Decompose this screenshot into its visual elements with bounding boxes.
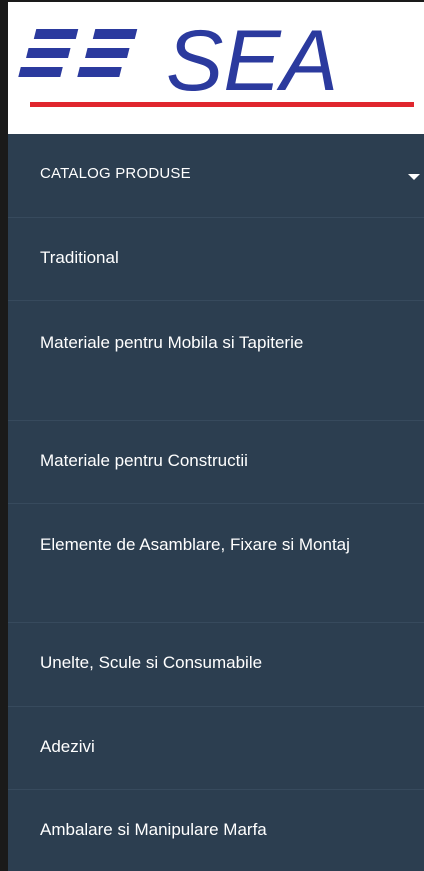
- menu-item-label: Unelte, Scule si Consumabile: [40, 653, 263, 672]
- menu-item-label: Traditional: [40, 248, 119, 267]
- menu-item-label: Elemente de Asamblare, Fixare si Montaj: [40, 535, 350, 554]
- menu-item-adezivi[interactable]: Adezivi: [8, 707, 424, 790]
- logo-text: SEA: [166, 13, 338, 109]
- logo-link[interactable]: SEA: [8, 2, 424, 134]
- menu-item-traditional[interactable]: Traditional: [8, 218, 424, 301]
- logo-stripes: [18, 29, 138, 77]
- catalog-menu: CATALOG PRODUSE Traditional Materiale pe…: [8, 134, 424, 871]
- menu-item-label: Adezivi: [40, 737, 95, 756]
- caret-down-icon: [408, 174, 420, 180]
- menu-item-constructii[interactable]: Materiale pentru Constructii: [8, 421, 424, 504]
- logo-underline: [30, 102, 414, 107]
- sea-logo: SEA: [18, 13, 414, 109]
- menu-item-label: Materiale pentru Mobila si Tapiterie: [40, 333, 304, 352]
- menu-item-asamblare-fixare[interactable]: Elemente de Asamblare, Fixare si Montaj: [8, 504, 424, 623]
- menu-item-label: Ambalare si Manipulare Marfa: [40, 820, 267, 839]
- menu-item-label: Materiale pentru Constructii: [40, 451, 248, 470]
- catalog-title: CATALOG PRODUSE: [40, 165, 191, 182]
- catalog-dropdown-toggle[interactable]: CATALOG PRODUSE: [8, 134, 424, 218]
- menu-item-mobila-tapiterie[interactable]: Materiale pentru Mobila si Tapiterie: [8, 301, 424, 421]
- menu-item-ambalare[interactable]: Ambalare si Manipulare Marfa: [8, 790, 424, 871]
- menu-item-unelte-scule[interactable]: Unelte, Scule si Consumabile: [8, 623, 424, 707]
